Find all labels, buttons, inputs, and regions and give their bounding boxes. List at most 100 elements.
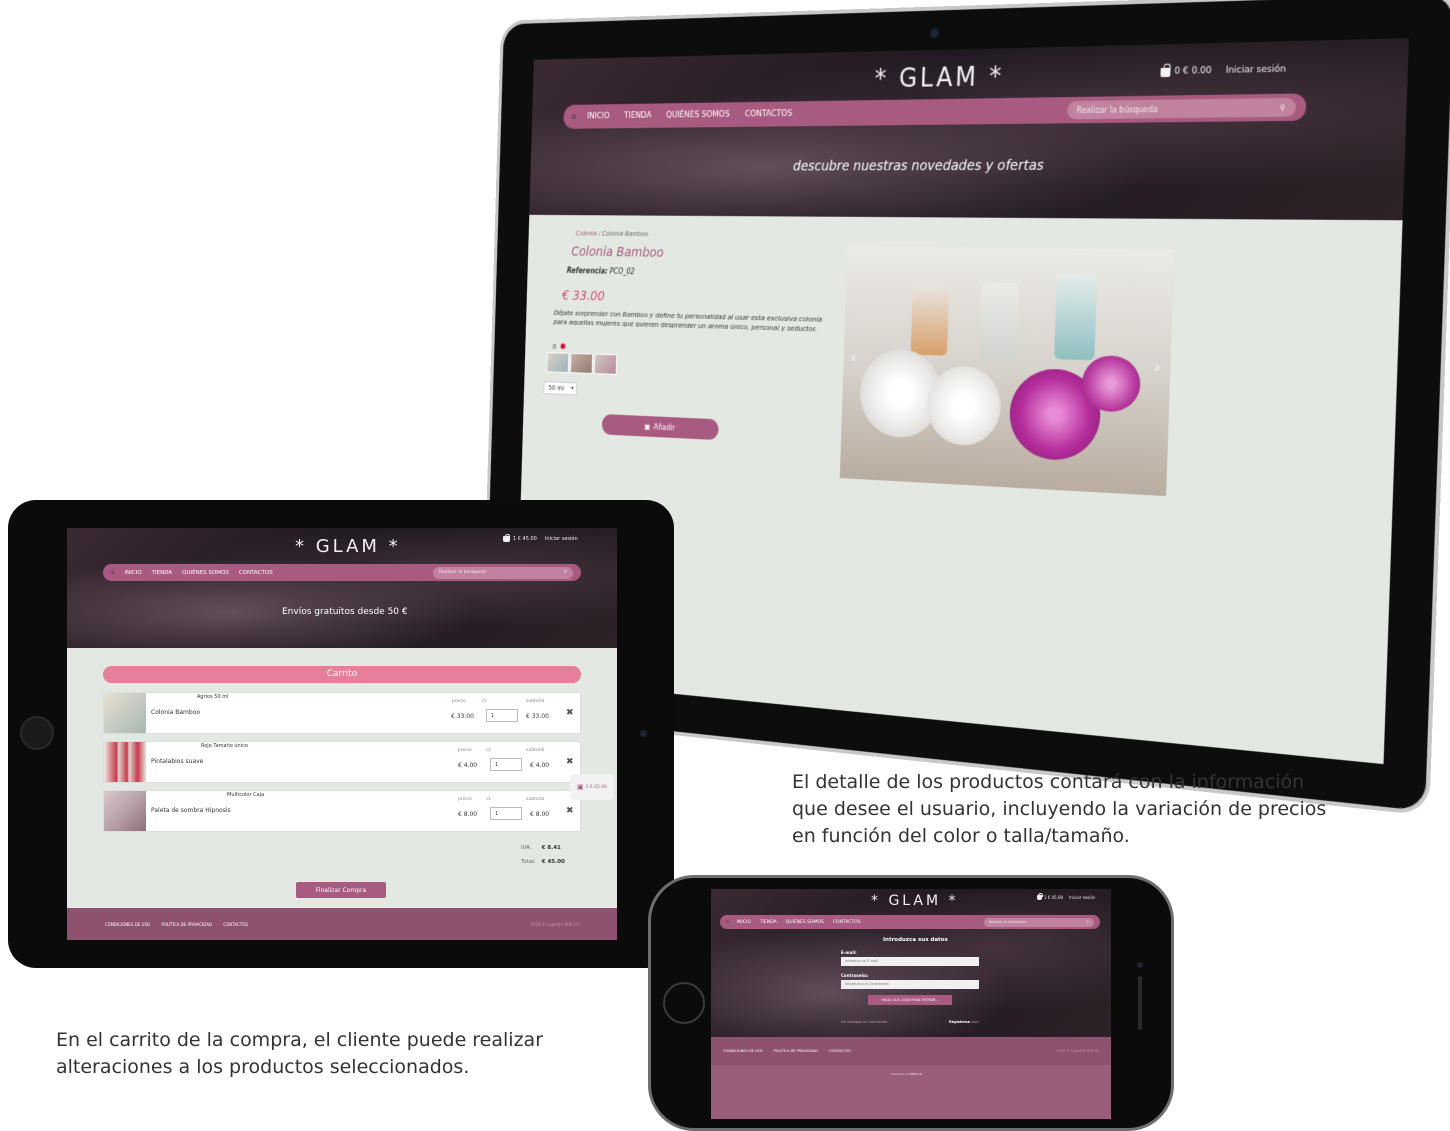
checkout-button-label: Finalizar Compra	[315, 886, 367, 894]
search-placeholder: Realizar la búsqueda	[1076, 104, 1158, 115]
search-input[interactable]: Realizar la búsqueda ⚲	[433, 566, 573, 579]
row-variant: Multicolor Caja	[227, 792, 265, 798]
nav-tienda[interactable]: TIENDA	[152, 570, 172, 576]
quantity-input[interactable]: 1	[486, 709, 518, 722]
header-cart-total[interactable]: 0 € 0.00	[1174, 66, 1212, 77]
home-icon[interactable]: ⌂	[571, 112, 576, 121]
footer-link-contactos[interactable]: CONTACTOS	[223, 922, 248, 927]
cart-row: Rojo Tamaño único Pintalabios suave prec…	[103, 741, 581, 783]
footer-links: CONDICIONES DE USO POLÍTICA DE PRIVACIDA…	[105, 922, 258, 927]
product-thumbnail[interactable]	[104, 693, 146, 733]
header-cart-total[interactable]: 1 € 45.00	[1044, 895, 1063, 900]
row-variant: Rojo Tamaño único	[201, 743, 248, 749]
remove-item-icon[interactable]: ✖	[566, 806, 574, 816]
row-product-name[interactable]: Pintalabios suave	[151, 758, 203, 765]
password-label: Contraseña:	[841, 973, 869, 978]
site-logo[interactable]: * GLAM *	[295, 536, 401, 557]
shopping-bag-icon[interactable]	[1160, 67, 1171, 77]
shopping-bag-icon[interactable]	[503, 533, 511, 542]
site-logo[interactable]: * GLAM *	[874, 62, 1004, 94]
col-subtotal-label: subtotal	[526, 699, 545, 704]
search-icon[interactable]: ⚲	[1279, 103, 1285, 113]
nav-quienes-somos[interactable]: QUIÉNES SOMOS	[182, 570, 229, 576]
row-subtotal: € 8.00	[530, 811, 550, 818]
home-icon[interactable]: ⌂	[111, 570, 115, 576]
checkout-button[interactable]: Finalizar Compra	[296, 882, 386, 898]
search-input[interactable]: Realizar la búsqueda ⚲	[984, 917, 1094, 927]
breadcrumb-colonia[interactable]: Colonia	[576, 230, 597, 238]
quantity-input[interactable]: 1	[490, 807, 522, 820]
login-submit-button[interactable]: HAGA CLIC AQUÍ PARA ENTRAR...	[868, 995, 952, 1005]
login-submit-label: HAGA CLIC AQUÍ PARA ENTRAR...	[881, 998, 939, 1002]
footer-copyright: 2018 © Lujalitte PHE.CS	[1056, 1049, 1099, 1053]
nav-contactos[interactable]: CONTACTOS	[239, 570, 273, 576]
size-select[interactable]: 50 ml ▾	[543, 381, 577, 396]
color-swatch-red[interactable]	[560, 343, 566, 350]
cart-row: Multicolor Caja Paleta de sombra Hipnosi…	[103, 790, 581, 832]
product-thumbnail[interactable]	[546, 352, 570, 374]
carousel-prev-icon[interactable]: ‹	[850, 348, 856, 367]
nav-quienes-somos[interactable]: QUIÉNES SOMOS	[666, 110, 730, 120]
quantity-input[interactable]: 1	[490, 758, 522, 771]
nav-inicio[interactable]: INICIO	[737, 920, 751, 925]
password-field[interactable]: Introduzca la Contraseña	[841, 980, 979, 989]
footer-link-privacidad[interactable]: POLÍTICA DE PRIVACIDAD	[774, 1049, 818, 1053]
search-icon[interactable]: ⚲	[1086, 920, 1089, 924]
row-subtotal: € 33.00	[526, 713, 549, 720]
color-label: 0	[553, 343, 566, 351]
nav-inicio[interactable]: INICIO	[587, 112, 610, 122]
nav-quienes-somos[interactable]: QUIÉNES SOMOS	[786, 920, 824, 925]
register-label: Regístrese	[949, 1020, 971, 1024]
nav-inicio[interactable]: INICIO	[125, 570, 142, 576]
search-input[interactable]: Realizar la búsqueda ⚲	[1066, 97, 1297, 120]
total-value: € 45.00	[541, 859, 565, 865]
home-button	[20, 716, 54, 750]
footer-link-condiciones[interactable]: CONDICIONES DE USO	[723, 1049, 763, 1053]
add-to-cart-button[interactable]: ▣ Añadir	[601, 414, 719, 441]
register-link[interactable]: aquí	[971, 1020, 979, 1024]
site-footer: CONDICIONES DE USO POLÍTICA DE PRIVACIDA…	[67, 908, 617, 940]
product-thumbnail[interactable]	[593, 353, 618, 375]
row-product-name[interactable]: Colonia Bamboo	[151, 709, 200, 716]
login-link[interactable]: Iniciar sesión	[1226, 64, 1287, 76]
iphone-screen: * GLAM * 1 € 45.00 Iniciar sesión ⌂ INIC…	[711, 889, 1111, 1119]
speaker-slot	[1138, 976, 1142, 1030]
footer-link-condiciones[interactable]: CONDICIONES DE USO	[105, 922, 150, 927]
nav-tienda[interactable]: TIENDA	[624, 111, 652, 121]
nav-contactos[interactable]: CONTACTOS	[833, 920, 861, 925]
remove-item-icon[interactable]: ✖	[566, 708, 574, 718]
caption-detail: El detalle de los productos contará con …	[792, 771, 1327, 847]
powered-by: Powered by PHE.CS	[891, 1072, 922, 1076]
floating-cart-badge[interactable]: ▣ 1 € 45.00	[570, 774, 614, 800]
product-thumbnail[interactable]	[104, 791, 146, 831]
footer-links: CONDICIONES DE USO POLÍTICA DE PRIVACIDA…	[723, 1049, 861, 1053]
camera-icon	[1137, 962, 1143, 968]
login-link[interactable]: Iniciar sesión	[545, 536, 578, 542]
home-icon[interactable]: ⌂	[726, 920, 729, 925]
email-field[interactable]: Introducir el E-mail	[841, 957, 979, 966]
shopping-bag-icon[interactable]	[1037, 893, 1043, 900]
footer-link-contactos[interactable]: CONTACTOS	[829, 1049, 851, 1053]
header-cart-total[interactable]: 1 € 45.00	[513, 536, 537, 542]
col-price-label: precio	[458, 797, 472, 802]
iva-label: IVA:	[521, 845, 532, 851]
remove-item-icon[interactable]: ✖	[566, 757, 574, 767]
thumbnail-strip	[546, 352, 618, 375]
login-link[interactable]: Iniciar sesión	[1069, 895, 1095, 900]
search-icon[interactable]: ⚲	[564, 570, 567, 575]
product-thumbnail[interactable]	[570, 352, 593, 374]
password-placeholder: Introduzca la Contraseña	[845, 982, 889, 986]
main-nav: ⌂ INICIO TIENDA QUIÉNES SOMOS CONTACTOS …	[563, 93, 1307, 129]
product-thumbnail[interactable]	[104, 742, 146, 782]
forgot-password-link[interactable]: He olvidado la Contraseña	[841, 1020, 887, 1024]
site-logo[interactable]: * GLAM *	[871, 893, 959, 909]
footer-link-privacidad[interactable]: POLÍTICA DE PRIVACIDAD	[161, 922, 212, 927]
carousel-next-icon[interactable]: ›	[1154, 357, 1161, 377]
add-button-label: Añadir	[653, 422, 676, 432]
row-product-name[interactable]: Paleta de sombra Hipnosis	[151, 807, 231, 814]
nav-tienda[interactable]: TIENDA	[760, 920, 777, 925]
iva-value: € 8.41	[541, 845, 561, 851]
search-placeholder: Realizar la búsqueda	[439, 570, 486, 575]
product-image: ‹ ›	[839, 245, 1175, 497]
nav-contactos[interactable]: CONTACTOS	[745, 109, 793, 119]
